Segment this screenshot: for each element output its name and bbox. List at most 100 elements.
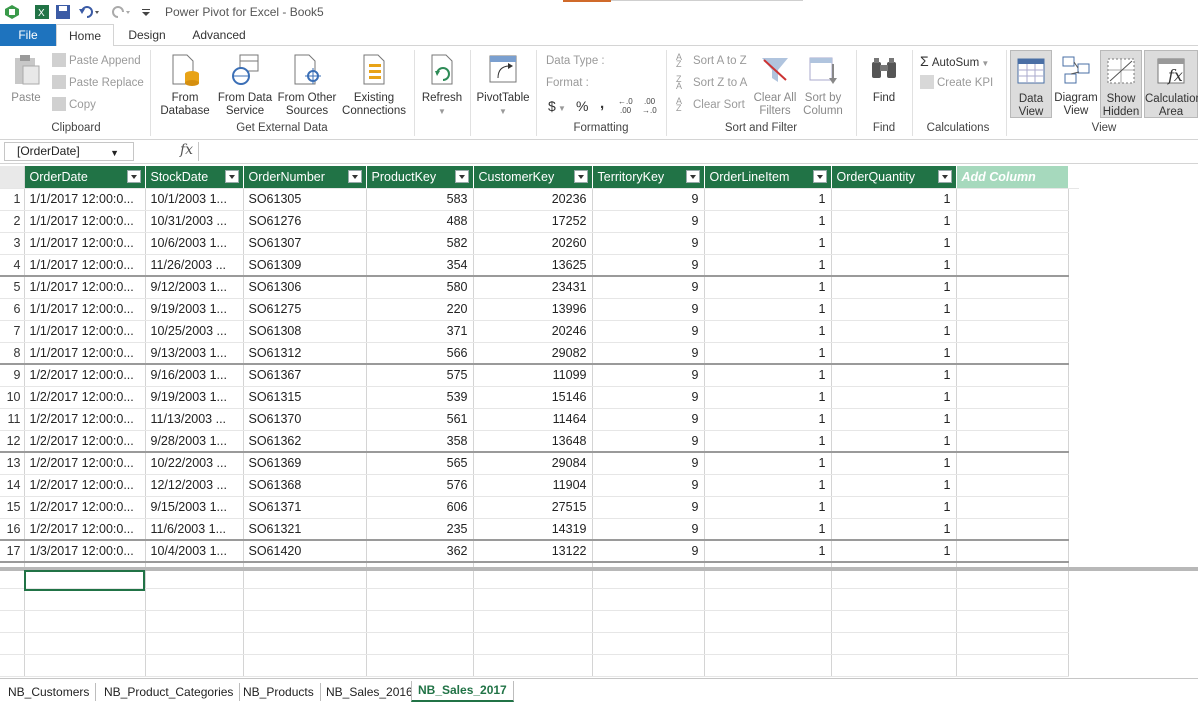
table-cell[interactable]: 1 (831, 540, 957, 563)
row-number[interactable]: 12 (0, 430, 25, 453)
table-cell[interactable]: 9 (592, 518, 705, 541)
table-cell[interactable]: 9/19/2003 1... (145, 386, 244, 409)
row-number[interactable]: 10 (0, 386, 25, 409)
calculation-cell[interactable] (243, 562, 367, 589)
refresh-button[interactable]: Refresh ▼ (418, 50, 466, 118)
table-cell[interactable]: 13625 (473, 254, 593, 277)
row-number[interactable]: 17 (0, 540, 25, 563)
table-cell[interactable]: SO61308 (243, 320, 367, 343)
table-cell[interactable]: SO61305 (243, 188, 367, 211)
table-cell[interactable]: 1 (704, 364, 832, 387)
table-cell[interactable]: 1/2/2017 12:00:0... (24, 430, 146, 453)
calculation-cell[interactable] (366, 632, 474, 655)
table-cell[interactable]: 1/2/2017 12:00:0... (24, 408, 146, 431)
row-number[interactable]: 14 (0, 474, 25, 497)
table-cell[interactable]: 1 (704, 386, 832, 409)
calculation-cell[interactable] (473, 562, 593, 589)
table-cell[interactable]: 1/1/2017 12:00:0... (24, 188, 146, 211)
table-cell[interactable]: 1/2/2017 12:00:0... (24, 452, 146, 475)
table-cell[interactable]: 1/2/2017 12:00:0... (24, 386, 146, 409)
calculation-cell[interactable] (704, 632, 832, 655)
table-cell[interactable]: 9 (592, 364, 705, 387)
table-cell[interactable]: 10/1/2003 1... (145, 188, 244, 211)
table-cell[interactable]: SO61312 (243, 342, 367, 365)
table-cell[interactable]: 9 (592, 474, 705, 497)
add-column-cell[interactable] (956, 188, 1069, 211)
calculation-cell[interactable] (592, 610, 705, 633)
table-cell[interactable]: 9 (592, 254, 705, 277)
table-cell[interactable]: 235 (366, 518, 474, 541)
table-cell[interactable]: 9 (592, 430, 705, 453)
table-cell[interactable]: SO61369 (243, 452, 367, 475)
table-cell[interactable]: 539 (366, 386, 474, 409)
table-cell[interactable]: 10/4/2003 1... (145, 540, 244, 563)
table-cell[interactable]: 11/13/2003 ... (145, 408, 244, 431)
table-cell[interactable]: 1/1/2017 12:00:0... (24, 232, 146, 255)
column-header[interactable]: OrderDate (24, 166, 146, 189)
sheet-tab-nb-customers[interactable]: NB_Customers (2, 683, 97, 701)
table-cell[interactable]: 1/1/2017 12:00:0... (24, 320, 146, 343)
add-column-cell[interactable] (956, 298, 1069, 321)
add-column-cell[interactable] (956, 364, 1069, 387)
table-cell[interactable]: 1/3/2017 12:00:0... (24, 540, 146, 563)
table-cell[interactable]: 10/31/2003 ... (145, 210, 244, 233)
table-cell[interactable]: 1 (704, 408, 832, 431)
tab-file[interactable]: File (0, 24, 56, 46)
table-cell[interactable]: SO61370 (243, 408, 367, 431)
excel-icon[interactable]: X (34, 4, 50, 20)
add-column-cell[interactable] (956, 408, 1069, 431)
table-cell[interactable]: 9/12/2003 1... (145, 276, 244, 299)
table-cell[interactable]: 9/15/2003 1... (145, 496, 244, 519)
calculation-cell[interactable] (24, 610, 146, 633)
filter-dropdown-icon[interactable] (685, 170, 700, 183)
table-cell[interactable]: SO61315 (243, 386, 367, 409)
table-cell[interactable]: 1 (704, 342, 832, 365)
table-cell[interactable]: 1/1/2017 12:00:0... (24, 254, 146, 277)
table-cell[interactable]: 1 (831, 474, 957, 497)
table-cell[interactable]: 561 (366, 408, 474, 431)
table-cell[interactable]: 9/13/2003 1... (145, 342, 244, 365)
table-cell[interactable]: 354 (366, 254, 474, 277)
paste-button[interactable]: Paste (6, 50, 46, 118)
table-cell[interactable]: 15146 (473, 386, 593, 409)
table-cell[interactable]: SO61307 (243, 232, 367, 255)
table-cell[interactable]: 1 (704, 540, 832, 563)
table-cell[interactable]: 10/25/2003 ... (145, 320, 244, 343)
calculation-cell[interactable] (145, 654, 244, 677)
table-cell[interactable]: 13648 (473, 430, 593, 453)
table-cell[interactable]: 1 (704, 276, 832, 299)
table-cell[interactable]: 1 (831, 496, 957, 519)
calculation-cell[interactable] (704, 610, 832, 633)
row-number[interactable]: 6 (0, 298, 25, 321)
table-cell[interactable]: 10/22/2003 ... (145, 452, 244, 475)
table-cell[interactable]: 9 (592, 408, 705, 431)
calculation-cell[interactable] (592, 654, 705, 677)
row-number[interactable]: 15 (0, 496, 25, 519)
calculation-area-button[interactable]: fx Calculation Area (1144, 50, 1198, 118)
table-cell[interactable]: 1/1/2017 12:00:0... (24, 342, 146, 365)
table-cell[interactable]: 17252 (473, 210, 593, 233)
calculation-cell[interactable] (0, 588, 25, 611)
table-cell[interactable]: 488 (366, 210, 474, 233)
table-cell[interactable]: 1 (831, 430, 957, 453)
table-cell[interactable]: 11464 (473, 408, 593, 431)
table-cell[interactable]: 1 (831, 342, 957, 365)
decrease-decimal-button[interactable]: .00 →.0 (642, 96, 662, 116)
table-cell[interactable]: 13122 (473, 540, 593, 563)
table-cell[interactable]: 9 (592, 496, 705, 519)
table-cell[interactable]: 566 (366, 342, 474, 365)
table-cell[interactable]: 1/2/2017 12:00:0... (24, 364, 146, 387)
table-cell[interactable]: 1 (704, 232, 832, 255)
add-column-cell[interactable] (956, 320, 1069, 343)
calculation-cell[interactable] (366, 610, 474, 633)
column-header[interactable]: OrderLineItem (704, 166, 832, 189)
table-cell[interactable]: SO61368 (243, 474, 367, 497)
calculation-cell[interactable] (592, 588, 705, 611)
table-cell[interactable]: 1 (704, 430, 832, 453)
select-all-corner[interactable] (0, 166, 25, 189)
sort-by-column-button[interactable]: Sort by Column (800, 50, 846, 118)
filter-dropdown-icon[interactable] (454, 170, 469, 183)
table-cell[interactable]: 580 (366, 276, 474, 299)
add-column-cell[interactable] (956, 210, 1069, 233)
add-column-cell[interactable] (956, 232, 1069, 255)
